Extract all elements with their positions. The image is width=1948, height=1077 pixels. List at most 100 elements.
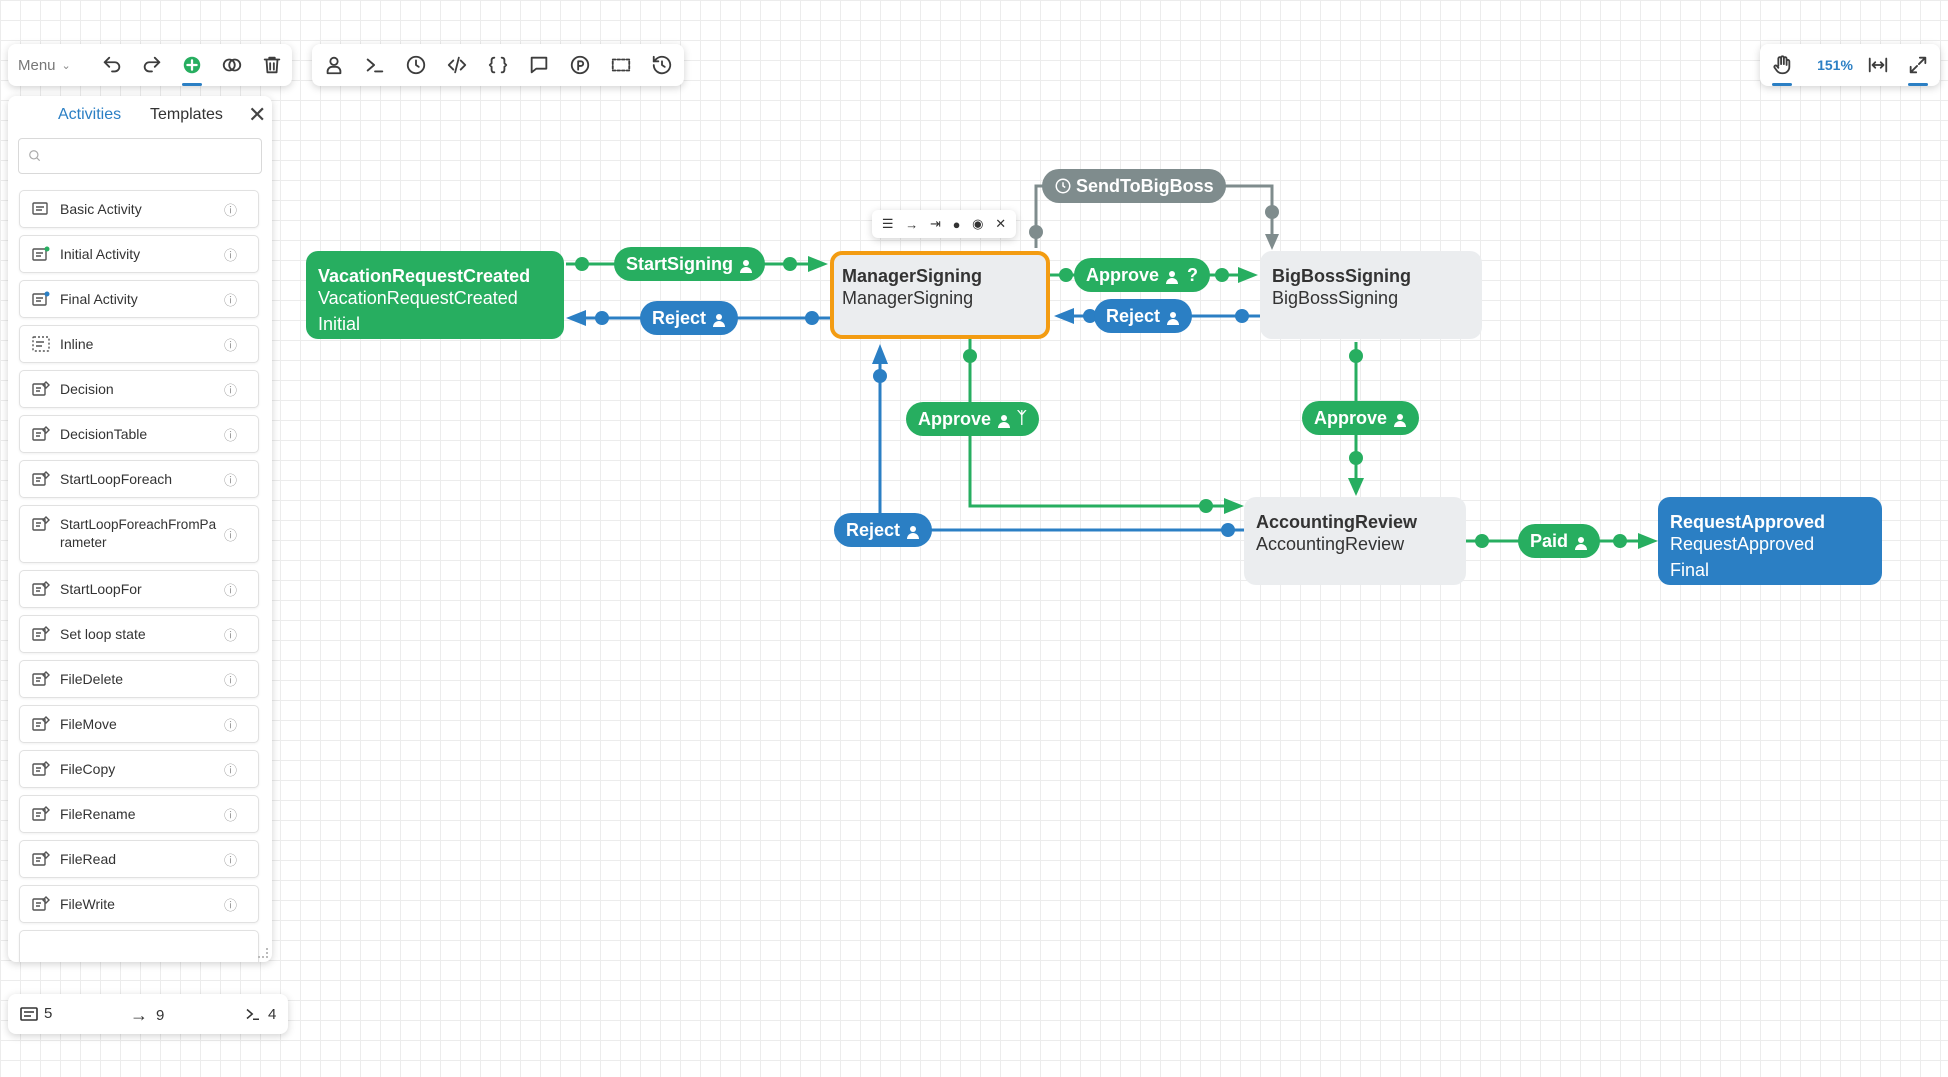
list-item[interactable]: StartLoopForeach ⓘ — [19, 460, 259, 498]
list-item[interactable]: Set loop state ⓘ — [19, 615, 259, 653]
transition-reject-bigboss[interactable]: Reject — [1094, 299, 1193, 333]
activities-count[interactable]: 5 — [20, 1005, 52, 1022]
arrow-right-icon[interactable]: → — [905, 217, 918, 232]
redo-button[interactable] — [134, 47, 170, 83]
comments-button[interactable] — [521, 47, 557, 83]
activity-icon — [20, 1006, 38, 1021]
dot — [1059, 268, 1073, 282]
info-icon[interactable]: ⓘ — [224, 895, 246, 914]
transition-send-to-bigboss[interactable]: SendToBigBoss — [1042, 169, 1226, 203]
list-item[interactable]: FileRead ⓘ — [19, 840, 259, 878]
info-icon[interactable]: ⓘ — [224, 525, 246, 544]
list-item[interactable]: Final Activity ⓘ — [19, 280, 259, 318]
parameters-button[interactable] — [480, 47, 516, 83]
info-icon[interactable]: ⓘ — [224, 200, 246, 219]
transition-label: Reject — [652, 307, 707, 328]
list-item[interactable]: FileCopy ⓘ — [19, 750, 259, 788]
transition-approve-bigboss[interactable]: Approve — [1302, 401, 1420, 435]
pan-mode-button[interactable] — [1764, 47, 1800, 86]
resize-handle[interactable] — [258, 948, 268, 958]
timers-button[interactable] — [398, 47, 434, 83]
arrowhead — [1054, 308, 1074, 324]
dot — [1199, 499, 1213, 513]
info-icon[interactable]: ⓘ — [224, 380, 246, 399]
info-icon[interactable]: ⓘ — [224, 245, 246, 264]
processes-button[interactable] — [562, 47, 598, 83]
info-icon[interactable]: ⓘ — [224, 670, 246, 689]
history-button[interactable] — [644, 47, 680, 83]
selection-button[interactable] — [603, 47, 639, 83]
list-item[interactable]: DecisionTable ⓘ — [19, 415, 259, 453]
toggle-icon[interactable]: ● — [953, 217, 961, 232]
node-bigboss-signing[interactable]: BigBossSigning BigBossSigning — [1260, 251, 1482, 339]
node-vacation-request-created[interactable]: VacationRequestCreated VacationRequestCr… — [306, 251, 564, 339]
info-icon[interactable]: ⓘ — [224, 805, 246, 824]
list-item[interactable]: FileMove ⓘ — [19, 705, 259, 743]
info-icon[interactable]: ⓘ — [224, 290, 246, 309]
list-item[interactable]: StartLoopFor ⓘ — [19, 570, 259, 608]
list-item[interactable]: FileRename ⓘ — [19, 795, 259, 833]
settings-icon[interactable]: ☰ — [882, 216, 894, 232]
terminal-icon — [246, 1008, 259, 1020]
node-accounting-review[interactable]: AccountingReview AccountingReview — [1244, 497, 1466, 585]
question-icon: ? — [1187, 264, 1199, 285]
node-request-approved[interactable]: RequestApproved RequestApproved Final — [1658, 497, 1882, 585]
code-actions-button[interactable] — [439, 47, 475, 83]
add-activity-button[interactable] — [174, 47, 210, 86]
node-subtitle: ManagerSigning — [842, 288, 974, 308]
dot — [783, 257, 797, 271]
transitions-count[interactable]: → 9 — [130, 1005, 164, 1026]
decision-table-icon — [32, 426, 54, 442]
info-icon[interactable]: ⓘ — [224, 625, 246, 644]
element-toolbar — [312, 44, 684, 86]
activity-label: Set loop state — [60, 626, 146, 642]
delete-button[interactable] — [254, 47, 290, 83]
file-copy-icon — [32, 761, 54, 777]
close-icon[interactable]: ✕ — [995, 216, 1006, 232]
activity-label: Inline — [60, 336, 94, 352]
list-item[interactable]: Inline ⓘ — [19, 325, 259, 363]
process-icon — [570, 55, 590, 75]
actors-button[interactable] — [316, 47, 352, 83]
transition-label: Paid — [1530, 530, 1569, 551]
list-item[interactable]: FileDelete ⓘ — [19, 660, 259, 698]
transition-reject-accounting[interactable]: Reject — [834, 513, 933, 547]
info-icon[interactable]: ⓘ — [224, 425, 246, 444]
info-icon[interactable]: ⓘ — [224, 335, 246, 354]
transition-paid[interactable]: Paid — [1518, 524, 1601, 558]
menu-button[interactable]: Menu ⌄ — [18, 44, 71, 86]
palette-icon[interactable]: ◉ — [972, 216, 983, 232]
commands-button[interactable] — [357, 47, 393, 83]
list-item-partial[interactable] — [19, 930, 259, 962]
transition-label: SendToBigBoss — [1076, 175, 1214, 196]
fullscreen-button[interactable] — [1900, 47, 1936, 86]
arrowhead — [1348, 478, 1364, 496]
zoom-level[interactable]: 151% — [1810, 44, 1860, 86]
transition-reject-manager[interactable]: Reject — [640, 301, 739, 335]
dot — [805, 311, 819, 325]
info-icon[interactable]: ⓘ — [224, 760, 246, 779]
list-item[interactable]: Basic Activity ⓘ — [19, 190, 259, 228]
code-icon — [447, 56, 467, 74]
activity-label: FileRead — [60, 851, 117, 867]
list-item[interactable]: FileWrite ⓘ — [19, 885, 259, 923]
dot — [1029, 225, 1043, 239]
list-item[interactable]: StartLoopForeachFromPa rameter ⓘ — [19, 505, 259, 563]
commands-count[interactable]: 4 — [244, 1005, 276, 1023]
fit-width-button[interactable] — [1860, 47, 1896, 83]
dot — [1349, 349, 1363, 363]
toggle-button[interactable] — [214, 47, 250, 83]
info-icon[interactable]: ⓘ — [224, 580, 246, 599]
info-icon[interactable]: ⓘ — [224, 850, 246, 869]
activities-sidebar: Activities Templates ✕ Basic Activity ⓘ … — [8, 96, 272, 962]
node-manager-signing[interactable]: ManagerSigning ManagerSigning — [830, 251, 1050, 339]
info-icon[interactable]: ⓘ — [224, 470, 246, 489]
list-item[interactable]: Decision ⓘ — [19, 370, 259, 408]
transition-approve-to-accounting[interactable]: Approve ᛉ — [906, 402, 1039, 436]
sign-in-icon[interactable]: ⇥ — [930, 216, 941, 232]
transition-start-signing[interactable]: StartSigning — [614, 247, 765, 281]
undo-button[interactable] — [94, 47, 130, 83]
transition-approve-manager[interactable]: Approve ? — [1074, 258, 1211, 292]
info-icon[interactable]: ⓘ — [224, 715, 246, 734]
list-item[interactable]: Initial Activity ⓘ — [19, 235, 259, 273]
